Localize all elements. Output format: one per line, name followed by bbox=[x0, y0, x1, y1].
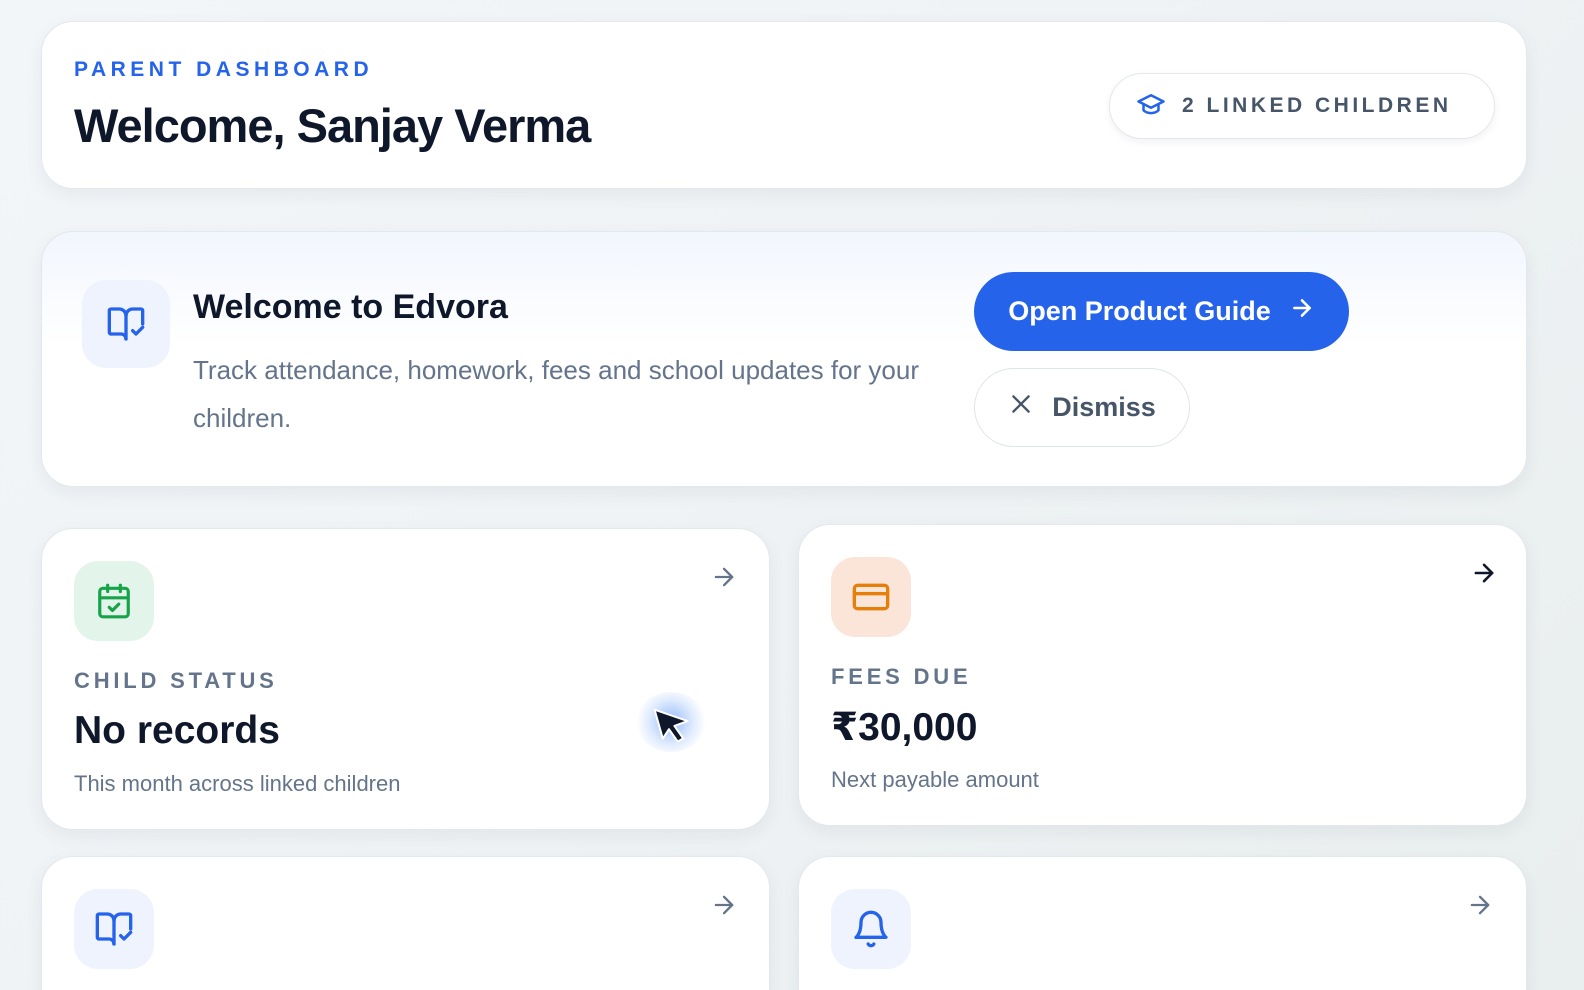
arrow-right-icon[interactable] bbox=[1466, 891, 1494, 919]
graduation-cap-icon bbox=[1134, 89, 1168, 124]
child-status-card[interactable]: CHILD STATUS No records This month acros… bbox=[41, 528, 770, 830]
fees-due-caption: Next payable amount bbox=[831, 767, 1039, 792]
child-status-label: CHILD STATUS bbox=[74, 668, 278, 693]
arrow-right-icon bbox=[1289, 295, 1315, 328]
fees-due-value: ₹30,000 bbox=[831, 706, 978, 749]
welcome-title: Welcome to Edvora bbox=[193, 288, 508, 326]
child-status-caption: This month across linked children bbox=[74, 771, 401, 796]
dismiss-button[interactable]: Dismiss bbox=[974, 368, 1190, 447]
arrow-right-icon[interactable] bbox=[710, 563, 738, 591]
dismiss-label: Dismiss bbox=[1052, 392, 1156, 422]
open-product-guide-label: Open Product Guide bbox=[1008, 296, 1271, 326]
page-title: Welcome, Sanjay Verma bbox=[74, 99, 591, 152]
welcome-description: Track attendance, homework, fees and sch… bbox=[193, 355, 919, 433]
mouse-pointer-icon bbox=[654, 708, 689, 743]
arrow-right-icon[interactable] bbox=[1470, 559, 1498, 587]
bell-icon bbox=[831, 889, 911, 969]
page-eyebrow: PARENT DASHBOARD bbox=[74, 58, 374, 81]
fees-due-card[interactable]: FEES DUE ₹30,000 Next payable amount bbox=[798, 524, 1527, 826]
close-icon bbox=[1008, 391, 1034, 424]
homework-card[interactable] bbox=[41, 856, 770, 990]
linked-children-label: 2 LINKED CHILDREN bbox=[1182, 94, 1452, 117]
calendar-check-icon bbox=[74, 561, 154, 641]
book-check-icon bbox=[82, 280, 170, 368]
welcome-banner: Welcome to Edvora Track attendance, home… bbox=[41, 231, 1527, 487]
notices-card[interactable] bbox=[798, 856, 1527, 990]
book-check-icon bbox=[74, 889, 154, 969]
open-product-guide-button[interactable]: Open Product Guide bbox=[974, 272, 1349, 351]
fees-due-label: FEES DUE bbox=[831, 664, 972, 689]
arrow-right-icon[interactable] bbox=[710, 891, 738, 919]
credit-card-icon bbox=[831, 557, 911, 637]
child-status-value: No records bbox=[74, 709, 280, 752]
linked-children-badge[interactable]: 2 LINKED CHILDREN bbox=[1109, 73, 1495, 139]
dashboard-header: PARENT DASHBOARD Welcome, Sanjay Verma 2… bbox=[41, 21, 1527, 189]
